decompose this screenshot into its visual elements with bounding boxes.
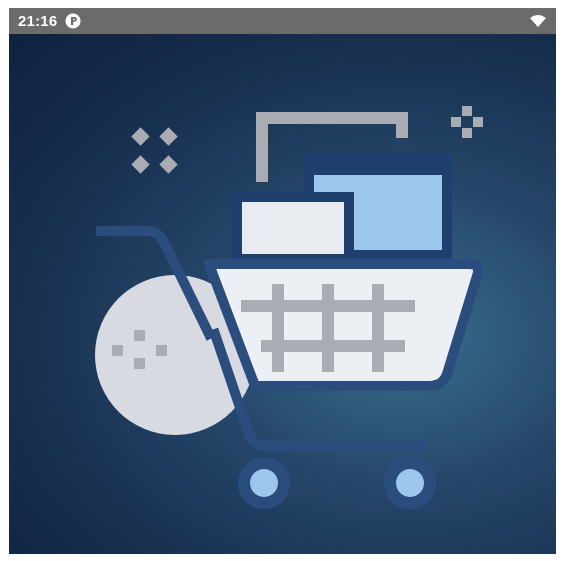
screen: 21:16 [9, 8, 556, 554]
cart-body [204, 259, 483, 391]
cart-wheel-right-icon [384, 457, 436, 509]
status-bar: 21:16 [9, 8, 556, 34]
box-white [232, 192, 354, 264]
sparkle-left-icon [131, 127, 178, 174]
app-notification-icon [65, 13, 81, 29]
sparkle-right-icon [451, 106, 483, 138]
wifi-signal-icon [530, 14, 546, 28]
splash-screen [9, 34, 556, 554]
shopping-cart-icon [95, 106, 483, 509]
status-time: 21:16 [18, 12, 58, 30]
cart-wheel-left-icon [238, 457, 290, 509]
